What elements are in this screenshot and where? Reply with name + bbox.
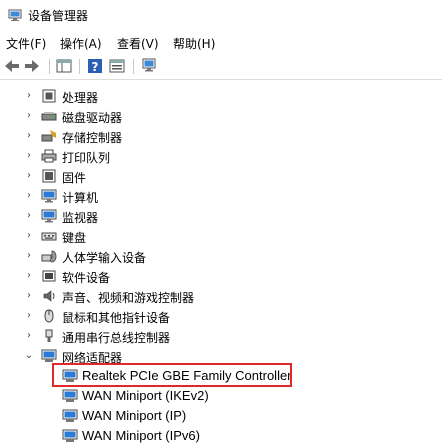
expand-icon[interactable]: ›	[24, 209, 34, 223]
tree-item-wan-miniport-ikev2[interactable]: WAN Miniport (IKEv2)	[0, 386, 442, 406]
menu-bar: 文件(F) 操作(A) 查看(V) 帮助(H)	[0, 32, 442, 52]
tree-item-label: 软件设备	[62, 271, 111, 285]
expand-icon[interactable]: ›	[24, 189, 34, 203]
tree-item-label: 鼠标和其他指针设备	[62, 311, 171, 325]
device-tree: › 处理器 › 磁盘驱动器 › 存储控制器 › 打印队列 › 固件 › 计算机 …	[0, 82, 442, 446]
hid-icon	[41, 250, 57, 263]
expand-icon[interactable]: ›	[24, 129, 34, 143]
highlight-annotation-box	[52, 363, 292, 387]
tree-item-label: 键盘	[62, 231, 87, 245]
audio-icon	[43, 290, 55, 302]
collapse-icon[interactable]: ⌄	[24, 349, 34, 363]
software-device-icon	[42, 270, 56, 282]
expand-icon[interactable]: ›	[24, 289, 34, 303]
keyboard-icon	[41, 232, 57, 241]
tree-item-label: 固件	[62, 171, 87, 185]
expand-icon[interactable]: ›	[24, 149, 34, 163]
toolbar-separator	[133, 59, 134, 74]
computer-icon	[41, 189, 57, 203]
network-adapter-icon	[62, 409, 78, 422]
print-queue-icon	[41, 149, 57, 163]
tree-item-label: 处理器	[62, 91, 99, 105]
tree-item-keyboards[interactable]: › 键盘	[0, 226, 442, 246]
tree-item-audio-video[interactable]: › 声音、视频和游戏控制器	[0, 286, 442, 306]
tree-item-monitors[interactable]: › 监视器	[0, 206, 442, 226]
toolbar-separator	[79, 59, 80, 74]
toolbar: ?	[0, 54, 442, 80]
back-icon[interactable]	[3, 57, 21, 75]
forward-icon[interactable]	[23, 57, 41, 75]
storage-controller-icon	[41, 130, 56, 142]
expand-icon[interactable]: ›	[24, 269, 34, 283]
tree-item-label: 打印队列	[62, 151, 111, 165]
network-adapter-icon	[62, 429, 78, 442]
tree-item-computer[interactable]: › 计算机	[0, 186, 442, 206]
firmware-icon	[42, 169, 56, 183]
tree-item-label: 监视器	[62, 211, 99, 225]
expand-icon[interactable]: ›	[24, 309, 34, 323]
tree-item-label: 磁盘驱动器	[62, 111, 123, 125]
tree-item-disk-drives[interactable]: › 磁盘驱动器	[0, 106, 442, 126]
tree-item-label: 人体学输入设备	[62, 251, 147, 265]
disk-drive-icon	[41, 112, 57, 121]
menu-file[interactable]: 文件(F)	[6, 35, 46, 52]
toolbar-separator	[49, 59, 50, 74]
tree-item-label: 通用串行总线控制器	[62, 331, 171, 345]
tree-item-storage-controllers[interactable]: › 存储控制器	[0, 126, 442, 146]
expand-icon[interactable]: ›	[24, 169, 34, 183]
tree-item-hid[interactable]: › 人体学输入设备	[0, 246, 442, 266]
expand-icon[interactable]: ›	[24, 229, 34, 243]
processor-icon	[42, 89, 56, 103]
tree-item-software-devices[interactable]: › 软件设备	[0, 266, 442, 286]
expand-icon[interactable]: ›	[24, 89, 34, 103]
device-manager-icon	[8, 9, 22, 21]
usb-icon	[45, 329, 53, 342]
expand-icon[interactable]: ›	[24, 109, 34, 123]
menu-view[interactable]: 查看(V)	[117, 35, 159, 52]
title-bar: 设备管理器	[0, 0, 442, 30]
mouse-icon	[44, 309, 54, 323]
tree-item-mice[interactable]: › 鼠标和其他指针设备	[0, 306, 442, 326]
tree-item-wan-miniport-ipv6[interactable]: WAN Miniport (IPv6)	[0, 426, 442, 446]
window-title: 设备管理器	[28, 9, 89, 23]
expand-icon[interactable]: ›	[24, 249, 34, 263]
tree-item-label: WAN Miniport (IKEv2)	[82, 388, 209, 403]
network-adapter-icon	[41, 349, 57, 362]
properties-icon[interactable]	[108, 57, 126, 75]
scan-hardware-icon[interactable]	[140, 57, 158, 75]
tree-item-label: 声音、视频和游戏控制器	[62, 291, 195, 305]
help-icon[interactable]: ?	[86, 57, 104, 75]
tree-item-processors[interactable]: › 处理器	[0, 86, 442, 106]
show-hide-tree-icon[interactable]	[55, 57, 73, 75]
tree-item-label: 计算机	[62, 191, 99, 205]
tree-item-wan-miniport-ip[interactable]: WAN Miniport (IP)	[0, 406, 442, 426]
monitor-icon	[41, 209, 57, 223]
expand-icon[interactable]: ›	[24, 329, 34, 343]
svg-text:?: ?	[92, 60, 99, 74]
menu-action[interactable]: 操作(A)	[60, 35, 102, 52]
network-adapter-icon	[62, 389, 78, 402]
tree-item-label: WAN Miniport (IPv6)	[82, 428, 200, 443]
tree-item-print-queues[interactable]: › 打印队列	[0, 146, 442, 166]
tree-item-label: 存储控制器	[62, 131, 123, 145]
tree-item-label: WAN Miniport (IP)	[82, 408, 187, 423]
menu-help[interactable]: 帮助(H)	[173, 35, 215, 52]
tree-item-usb-controllers[interactable]: › 通用串行总线控制器	[0, 326, 442, 346]
tree-item-firmware[interactable]: › 固件	[0, 166, 442, 186]
